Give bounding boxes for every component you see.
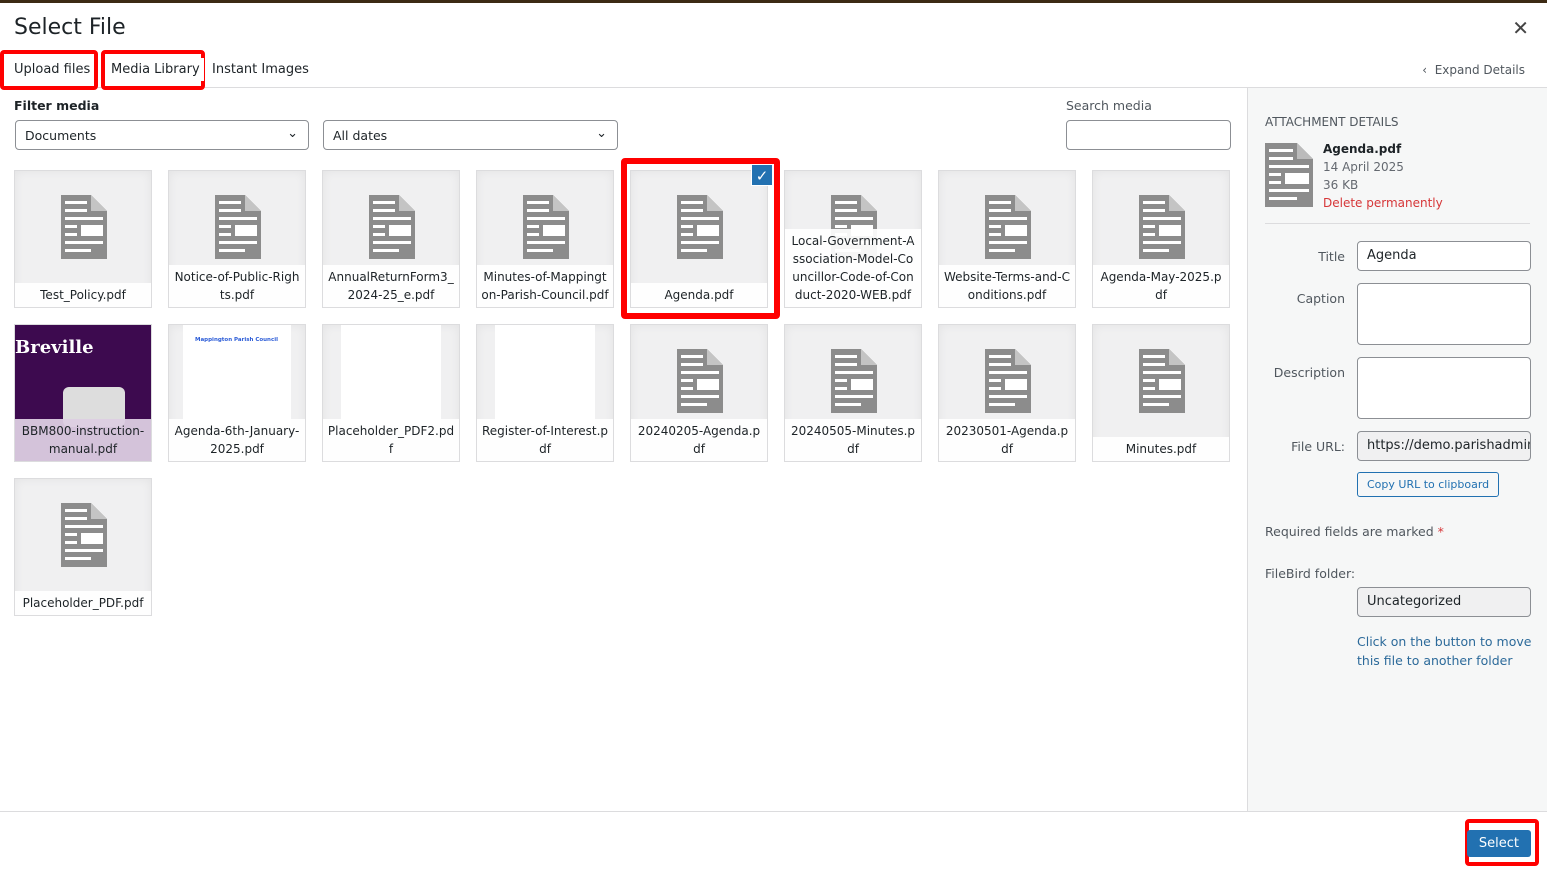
document-icon — [985, 195, 1031, 263]
document-icon — [523, 195, 569, 263]
media-item[interactable]: Website-Terms-and-Conditions.pdf — [938, 170, 1076, 308]
tab-bar: Upload files Media Library Instant Image… — [0, 50, 1547, 90]
media-item[interactable]: Mappington Parish Council Agenda-6th-Janu… — [168, 324, 306, 462]
media-item[interactable]: Local-Government-Association-Model-Counc… — [784, 170, 922, 308]
media-item-name: BBM800-instruction-manual.pdf — [15, 419, 151, 461]
close-icon[interactable]: ✕ — [1512, 16, 1529, 40]
select-button[interactable]: Select — [1466, 830, 1531, 857]
agenda-page-thumbnail: Mappington Parish Council — [183, 325, 291, 425]
tab-media-library[interactable]: Media Library — [107, 58, 204, 81]
media-item-name: 20230501-Agenda.pdf — [939, 419, 1075, 461]
media-item[interactable]: Minutes-of-Mappington-Parish-Council.pdf — [476, 170, 614, 308]
copy-url-button[interactable]: Copy URL to clipboard — [1357, 472, 1500, 497]
breville-logo: Breville — [15, 337, 94, 358]
delete-permanently-link[interactable]: Delete permanently — [1323, 194, 1443, 212]
media-item[interactable]: Agenda-May-2025.pdf — [1092, 170, 1230, 308]
modal-footer: Select — [0, 811, 1547, 874]
required-note: Required fields are marked * — [1265, 524, 1444, 539]
media-item-name: Test_Policy.pdf — [15, 283, 151, 307]
filebird-folder-label: FileBird folder: — [1265, 566, 1356, 581]
search-input[interactable] — [1066, 120, 1231, 150]
tab-upload-files[interactable]: Upload files — [10, 58, 95, 81]
blank-page-thumbnail — [341, 325, 441, 425]
expand-details-label: Expand Details — [1434, 63, 1525, 77]
media-item-name: Minutes.pdf — [1093, 437, 1229, 461]
file-info: Agenda.pdf 14 April 2025 36 KB Delete pe… — [1323, 140, 1443, 212]
file-url-input[interactable]: https://demo.parishadmin. — [1357, 431, 1531, 461]
media-item-name: Notice-of-Public-Rights.pdf — [169, 265, 305, 307]
document-icon — [677, 349, 723, 417]
media-item-name: Website-Terms-and-Conditions.pdf — [939, 265, 1075, 307]
media-item[interactable]: Test_Policy.pdf — [14, 170, 152, 308]
document-icon — [369, 195, 415, 263]
attachment-details-panel: ATTACHMENT DETAILS Agenda.pdf 14 April 2… — [1247, 88, 1547, 811]
folder-hint: Click on the button to move this file to… — [1357, 634, 1532, 668]
media-item-name: Local-Government-Association-Model-Counc… — [785, 229, 921, 307]
required-note-text: Required fields are marked — [1265, 524, 1434, 539]
blank-page-thumbnail — [495, 325, 595, 425]
media-item-name: 20240205-Agenda.pdf — [631, 419, 767, 461]
media-item-name: Placeholder_PDF.pdf — [15, 591, 151, 615]
title-input[interactable]: Agenda — [1357, 241, 1531, 271]
checkmark-icon[interactable]: ✓ — [751, 164, 773, 186]
modal-title: Select File — [14, 15, 126, 40]
tab-instant-images[interactable]: Instant Images — [208, 58, 313, 81]
divider — [1265, 223, 1530, 224]
document-icon — [1139, 195, 1185, 263]
description-textarea[interactable] — [1357, 357, 1531, 419]
media-item[interactable]: Register-of-Interest.pdf — [476, 324, 614, 462]
date-filter-value: All dates — [333, 128, 388, 143]
media-item-name: 20240505-Minutes.pdf — [785, 419, 921, 461]
date-filter-select[interactable]: All dates ⌄ — [323, 120, 618, 150]
media-item[interactable]: 20230501-Agenda.pdf — [938, 324, 1076, 462]
media-item-name: Minutes-of-Mappington-Parish-Council.pdf — [477, 265, 613, 307]
search-label: Search media — [1066, 98, 1152, 113]
file-date: 14 April 2025 — [1323, 160, 1404, 174]
caption-label: Caption — [1296, 291, 1345, 306]
details-heading: ATTACHMENT DETAILS — [1265, 115, 1399, 129]
document-icon — [831, 349, 877, 417]
filebird-folder-button[interactable]: Uncategorized — [1357, 587, 1531, 617]
chevron-down-icon: ⌄ — [596, 126, 607, 141]
file-size: 36 KB — [1323, 178, 1359, 192]
filter-label: Filter media — [14, 98, 100, 113]
media-item-name: Agenda-May-2025.pdf — [1093, 265, 1229, 307]
description-label: Description — [1273, 365, 1345, 380]
expand-details-button[interactable]: ‹ Expand Details — [1422, 63, 1525, 77]
document-icon — [1265, 143, 1313, 207]
admin-bar — [0, 0, 1547, 3]
media-item-name: Placeholder_PDF2.pdf — [323, 419, 459, 461]
chevron-left-icon: ‹ — [1422, 63, 1428, 77]
type-filter-value: Documents — [25, 128, 97, 143]
media-item-name: AnnualReturnForm3_2024-25_e.pdf — [323, 265, 459, 307]
chevron-down-icon: ⌄ — [287, 126, 298, 141]
file-name: Agenda.pdf — [1323, 142, 1402, 156]
media-item-name: Register-of-Interest.pdf — [477, 419, 613, 461]
media-item[interactable]: AnnualReturnForm3_2024-25_e.pdf — [322, 170, 460, 308]
media-item-name: Agenda-6th-January-2025.pdf — [169, 419, 305, 461]
media-item[interactable]: 20240505-Minutes.pdf — [784, 324, 922, 462]
media-item[interactable]: Minutes.pdf — [1092, 324, 1230, 462]
document-icon — [985, 349, 1031, 417]
required-star: * — [1437, 524, 1444, 539]
document-icon — [1139, 349, 1185, 417]
media-item[interactable]: 20240205-Agenda.pdf — [630, 324, 768, 462]
type-filter-select[interactable]: Documents ⌄ — [15, 120, 309, 150]
document-icon — [215, 195, 261, 263]
caption-textarea[interactable] — [1357, 283, 1531, 345]
document-icon — [61, 503, 107, 571]
media-item[interactable]: Breville BBM800-instruction-manual.pdf — [14, 324, 152, 462]
media-item[interactable]: Placeholder_PDF2.pdf — [322, 324, 460, 462]
media-item[interactable]: Notice-of-Public-Rights.pdf — [168, 170, 306, 308]
document-icon — [61, 195, 107, 263]
file-url-label: File URL: — [1291, 439, 1345, 454]
title-label: Title — [1318, 249, 1345, 264]
media-item[interactable]: Placeholder_PDF.pdf — [14, 478, 152, 616]
